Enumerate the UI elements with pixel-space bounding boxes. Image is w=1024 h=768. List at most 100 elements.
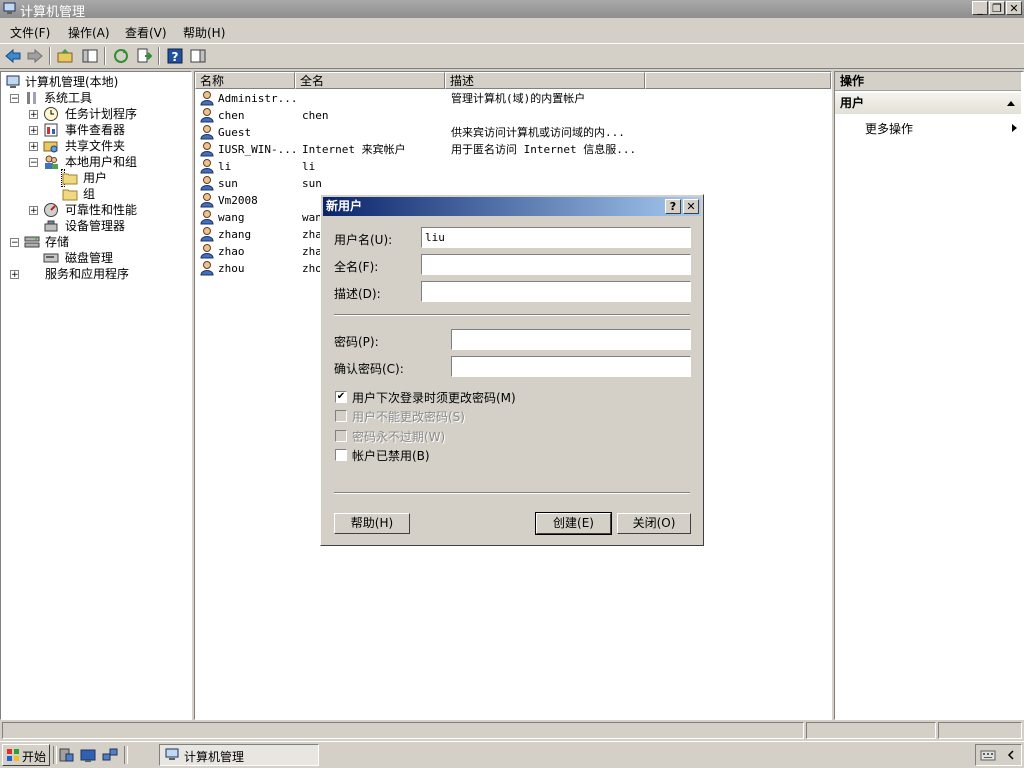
help-button[interactable]: 帮助(H): [334, 513, 410, 534]
menu-help[interactable]: 帮助(H): [183, 24, 225, 41]
status-segment-1: [2, 722, 804, 739]
expander-task-scheduler[interactable]: +: [29, 110, 38, 120]
status-segment-2: [806, 722, 936, 739]
disk-icon: [43, 253, 59, 263]
user-icon: [200, 159, 214, 174]
table-row[interactable]: Administr... 管理计算机(域)的内置帐户: [199, 90, 829, 107]
chevron-left-icon[interactable]: [1006, 750, 1016, 760]
folder-icon: [62, 173, 78, 185]
user-name-cell: zhao: [218, 245, 245, 258]
console-tree: 计算机管理(本地) − 系统工具 + 任务计划程序 + 事件查看器 + 共享文件…: [0, 71, 192, 720]
expander-event-viewer[interactable]: +: [29, 126, 38, 136]
actions-header: 操作: [835, 72, 1021, 91]
system-tray: [975, 744, 1022, 766]
confirm-password-input[interactable]: [451, 356, 691, 377]
username-input[interactable]: [421, 227, 691, 248]
network-icon[interactable]: [102, 747, 118, 763]
password-never-expires-checkbox[interactable]: [335, 430, 347, 442]
dialog-titlebar[interactable]: 新用户 ? ✕: [323, 197, 701, 216]
show-hide-tree-icon[interactable]: [81, 47, 99, 65]
expander-services-applications[interactable]: +: [10, 270, 19, 280]
column-header-name[interactable]: 名称: [195, 72, 295, 89]
back-arrow-icon[interactable]: [4, 47, 22, 65]
folder-icon: [62, 189, 78, 201]
taskbar: 开始 计算机管理: [0, 741, 1024, 768]
description-label: 描述(D):: [334, 287, 381, 301]
up-folder-icon[interactable]: [56, 47, 74, 65]
password-input[interactable]: [451, 329, 691, 350]
actions-pane: 操作 用户 更多操作: [834, 71, 1024, 720]
expander-storage[interactable]: −: [10, 238, 19, 248]
expander-local-users-groups[interactable]: −: [29, 158, 38, 168]
table-row[interactable]: sun sun: [199, 175, 829, 192]
menu-bar: 文件(F) 操作(A) 查看(V) 帮助(H): [0, 20, 1024, 42]
dialog-help-button[interactable]: ?: [665, 199, 681, 214]
must-change-password-checkbox[interactable]: ✔: [335, 391, 347, 403]
close-button[interactable]: ✕: [1006, 1, 1022, 15]
fullname-label: 全名(F):: [334, 260, 379, 274]
windows-logo-icon: [7, 749, 19, 761]
cannot-change-password-checkbox[interactable]: [335, 410, 347, 422]
taskbar-item-computer-management[interactable]: 计算机管理: [159, 744, 319, 766]
user-icon: [200, 176, 214, 191]
cannot-change-password-label[interactable]: 用户不能更改密码(S): [352, 408, 465, 425]
account-disabled-label[interactable]: 帐户已禁用(B): [352, 447, 430, 464]
event-viewer-icon: [44, 123, 58, 137]
expander-shared-folders[interactable]: +: [29, 142, 38, 152]
show-hide-action-pane-icon[interactable]: [189, 47, 207, 65]
menu-view[interactable]: 查看(V): [125, 24, 167, 41]
description-input[interactable]: [421, 281, 691, 302]
password-never-expires-label[interactable]: 密码永不过期(W): [352, 428, 445, 445]
actions-section-users[interactable]: 用户: [835, 93, 1021, 114]
user-name-cell: zhang: [218, 228, 252, 241]
create-button[interactable]: 创建(E): [535, 512, 612, 535]
start-button[interactable]: 开始: [2, 744, 50, 766]
table-row[interactable]: IUSR_WIN-... Internet 来宾帐户 用于匿名访问 Internet…: [199, 141, 829, 158]
user-icon: [200, 261, 214, 276]
menu-action[interactable]: 操作(A): [68, 24, 110, 41]
user-name-cell: IUSR_WIN-...: [218, 143, 298, 156]
window-titlebar[interactable]: 计算机管理 _ ❐ ✕: [0, 0, 1024, 20]
refresh-icon[interactable]: [112, 47, 130, 65]
user-description-cell: 用于匿名访问 Internet 信息服...: [451, 143, 637, 156]
collapse-up-icon[interactable]: [1007, 101, 1015, 106]
user-name-cell: wang: [218, 211, 245, 224]
dialog-close-button[interactable]: ✕: [683, 199, 699, 214]
user-fullname-cell: zho: [302, 262, 322, 275]
server-manager-icon[interactable]: [58, 747, 74, 763]
expander-reliability-performance[interactable]: +: [29, 206, 38, 216]
new-user-dialog: 新用户 ? ✕ 用户名(U): 全名(F): 描述(D): 密码(P): 确认密…: [320, 194, 704, 546]
user-icon: [200, 244, 214, 259]
submenu-arrow-icon[interactable]: [1012, 124, 1017, 132]
user-description-cell: 管理计算机(域)的内置帐户: [451, 92, 586, 105]
must-change-password-label[interactable]: 用户下次登录时须更改密码(M): [352, 389, 516, 406]
window-title: 计算机管理: [20, 5, 86, 20]
restore-button[interactable]: ❐: [989, 1, 1005, 15]
table-row[interactable]: Guest 供来宾访问计算机或访问域的内...: [199, 124, 829, 141]
account-disabled-checkbox[interactable]: [335, 449, 347, 461]
user-fullname-cell: sun: [302, 177, 322, 190]
export-list-icon[interactable]: [135, 47, 153, 65]
status-bar: [0, 721, 1024, 740]
table-row[interactable]: li li: [199, 158, 829, 175]
column-header-description[interactable]: 描述: [445, 72, 645, 89]
tree-item-users[interactable]: 用户: [61, 169, 107, 187]
column-header-fullname[interactable]: 全名: [295, 72, 445, 89]
forward-arrow-icon[interactable]: [26, 47, 44, 65]
user-description-cell: 供来宾访问计算机或访问域的内...: [451, 126, 625, 139]
menu-file[interactable]: 文件(F): [10, 24, 50, 41]
close-dialog-button[interactable]: 关闭(O): [617, 513, 691, 534]
fullname-input[interactable]: [421, 254, 691, 275]
confirm-password-label: 确认密码(C):: [334, 362, 404, 376]
show-desktop-icon[interactable]: [80, 747, 96, 763]
dialog-title: 新用户: [326, 199, 363, 213]
more-actions-link[interactable]: 更多操作: [865, 120, 913, 137]
user-icon: [200, 125, 214, 140]
expander-system-tools[interactable]: −: [10, 94, 19, 104]
user-fullname-cell: Internet 来宾帐户: [302, 143, 406, 156]
table-row[interactable]: chen chen: [199, 107, 829, 124]
keyboard-icon[interactable]: [980, 748, 996, 762]
password-label: 密码(P):: [334, 335, 379, 349]
help-icon[interactable]: ?: [166, 47, 184, 65]
minimize-button[interactable]: _: [972, 1, 988, 15]
